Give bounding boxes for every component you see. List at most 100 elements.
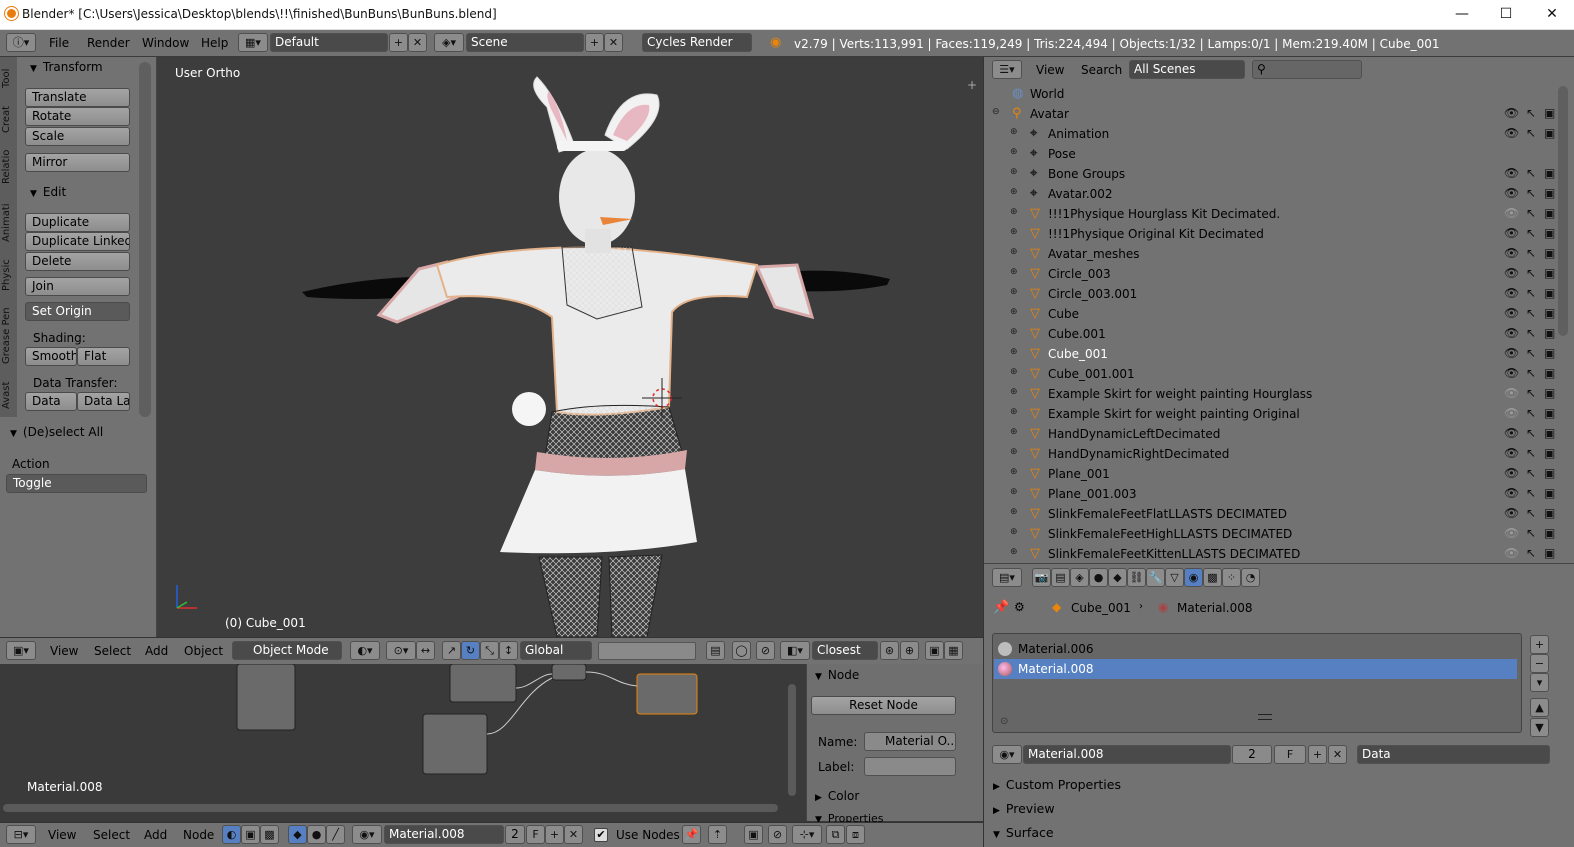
visibility-eye-icon[interactable]: 👁 (1504, 366, 1519, 380)
visibility-eye-icon[interactable]: 👁 (1504, 446, 1519, 460)
expand-toggle-icon[interactable]: ⊕ (1010, 487, 1018, 497)
snap-node-icon[interactable]: ⊘ (768, 825, 787, 844)
pivot-icon[interactable]: ⊙▾ (386, 641, 416, 660)
selectability-arrow-icon[interactable]: ↖ (1526, 246, 1536, 260)
menu-render[interactable]: Render (87, 36, 130, 50)
outliner-row[interactable]: ⊕ ▽ Circle_003.001 👁 ↖ ▣ (984, 284, 1559, 304)
render-icon[interactable]: ▣ (925, 641, 944, 660)
outliner-row[interactable]: ⊕ ⌖ Bone Groups 👁 ↖ ▣ (984, 164, 1559, 184)
scale-button[interactable]: Scale (25, 127, 130, 146)
outliner-item-name[interactable]: Cube_001.001 (1048, 367, 1135, 381)
outliner-scrollbar[interactable] (1558, 86, 1568, 336)
menu-help[interactable]: Help (201, 36, 228, 50)
snap-target-select[interactable]: Closest (812, 641, 878, 660)
outliner-item-name[interactable]: !!!1Physique Original Kit Decimated (1048, 227, 1264, 241)
node-menu-add[interactable]: Add (144, 828, 167, 842)
remove-slot-icon[interactable]: − (1530, 654, 1549, 673)
outliner-row[interactable]: ⊖ ⚲ Avatar 👁 ↖ ▣ (984, 104, 1559, 124)
move-slot-up-icon[interactable]: ▲ (1530, 698, 1549, 717)
renderability-camera-icon[interactable]: ▣ (1544, 126, 1555, 140)
pin-context-icon[interactable]: 📌 (993, 600, 1009, 615)
shader-nodes-icon[interactable]: ◐ (222, 825, 241, 844)
expand-toggle-icon[interactable]: ⊕ (1010, 187, 1018, 197)
node-material-users[interactable]: 2 (505, 825, 525, 844)
visibility-eye-icon[interactable]: 👁 (1504, 246, 1519, 260)
outliner-item-name[interactable]: Avatar.002 (1048, 187, 1113, 201)
linestyle-icon[interactable]: ╱ (326, 825, 345, 844)
outliner-row[interactable]: ⊕ ⌖ Pose (984, 144, 1559, 164)
pin-icon[interactable]: 📌 (682, 825, 701, 844)
outliner-row[interactable]: ⊕ ⌖ Animation 👁 ↖ ▣ (984, 124, 1559, 144)
renderability-camera-icon[interactable]: ▣ (1544, 286, 1555, 300)
visibility-eye-icon[interactable]: 👁 (1504, 406, 1519, 420)
outliner-item-name[interactable]: Circle_003 (1048, 267, 1111, 281)
expand-toggle-icon[interactable]: ⊕ (1010, 147, 1018, 157)
renderability-camera-icon[interactable]: ▣ (1544, 346, 1555, 360)
selectability-arrow-icon[interactable]: ↖ (1526, 406, 1536, 420)
node-label-field[interactable] (864, 757, 956, 776)
editor-type-3d-icon[interactable]: ▣▾ (6, 641, 36, 660)
remove-scene-icon[interactable]: ✕ (604, 33, 623, 52)
render-engine-select[interactable]: Cycles Render (642, 33, 752, 52)
outliner-item-name[interactable]: !!!1Physique Hourglass Kit Decimated. (1048, 207, 1280, 221)
preview-section[interactable]: ▶ Preview (993, 801, 1055, 816)
mode-select[interactable]: Object Mode (232, 641, 342, 660)
visibility-eye-icon[interactable]: 👁 (1504, 326, 1519, 340)
visibility-eye-icon[interactable]: 👁 (1504, 346, 1519, 360)
expand-toggle-icon[interactable]: ⊕ (1010, 247, 1018, 257)
outliner-item-name[interactable]: HandDynamicRightDecimated (1048, 447, 1229, 461)
use-nodes-checkbox[interactable]: ✔ (594, 828, 608, 842)
unlink-material-icon[interactable]: ✕ (1328, 745, 1347, 764)
renderability-camera-icon[interactable]: ▣ (1544, 386, 1555, 400)
tab-animation[interactable]: Animati (1, 199, 16, 247)
selectability-arrow-icon[interactable]: ↖ (1526, 546, 1536, 560)
physics-tab-icon[interactable]: ◔ (1241, 568, 1260, 587)
node-material-browse-icon[interactable]: ◉▾ (352, 825, 382, 844)
selectability-arrow-icon[interactable]: ↖ (1526, 506, 1536, 520)
data-button[interactable]: Data (25, 392, 77, 411)
outliner-item-name[interactable]: Pose (1048, 147, 1076, 161)
add-layout-icon[interactable]: + (389, 33, 408, 52)
outliner[interactable]: ◍ World ⊖ ⚲ Avatar 👁 ↖ ▣ ⊕ ⌖ Animation 👁 ↖ ▣ ⊕ ⌖ Pose ⊕ ⌖ B… (983, 84, 1574, 563)
tab-grease-pencil[interactable]: Grease Pen (1, 302, 16, 370)
renderability-camera-icon[interactable]: ▣ (1544, 306, 1555, 320)
translate-manip-icon[interactable]: ↗ (442, 641, 461, 660)
outliner-row[interactable]: ⊕ ▽ Cube_001 👁 ↖ ▣ (984, 344, 1559, 364)
node-fake-user-button[interactable]: F (526, 825, 545, 844)
editor-type-outliner-icon[interactable]: ☰▾ (992, 60, 1022, 79)
world-shader-icon[interactable]: ● (307, 825, 326, 844)
outliner-display-mode-select[interactable]: All Scenes (1129, 60, 1245, 79)
expand-toggle-icon[interactable]: ⊕ (1010, 127, 1018, 137)
minimize-button[interactable]: — (1440, 4, 1484, 24)
expand-toggle-icon[interactable]: ⊕ (1010, 427, 1018, 437)
node-menu-view[interactable]: View (48, 828, 76, 842)
vp-menu-view[interactable]: View (50, 644, 78, 658)
texture-tab-icon[interactable]: ▩ (1203, 568, 1222, 587)
parent-node-tree-icon[interactable]: ⇡ (708, 825, 727, 844)
renderability-camera-icon[interactable]: ▣ (1544, 226, 1555, 240)
fake-user-button[interactable]: F (1274, 745, 1306, 764)
paste-nodes-icon[interactable]: ⧈ (846, 825, 865, 844)
menu-window[interactable]: Window (142, 36, 189, 50)
data-layout-button[interactable]: Data La (77, 392, 130, 411)
expand-toggle-icon[interactable]: ⊕ (1010, 507, 1018, 517)
outliner-row[interactable]: ◍ World (984, 84, 1559, 104)
selectability-arrow-icon[interactable]: ↖ (1526, 306, 1536, 320)
3d-viewport[interactable] (157, 57, 983, 638)
renderability-camera-icon[interactable]: ▣ (1544, 526, 1555, 540)
close-button[interactable]: ✕ (1530, 4, 1574, 24)
outliner-item-name[interactable]: SlinkFemaleFeetHighLLASTS DECIMATED (1048, 527, 1292, 541)
material-slot-item[interactable]: Material.006 (1018, 642, 1093, 656)
constraints-tab-icon[interactable]: ⛓ (1127, 568, 1146, 587)
edit-panel-header[interactable]: ▼ Edit (30, 185, 66, 199)
scene-tab-icon[interactable]: ◈ (1070, 568, 1089, 587)
node-panel-header[interactable]: ▼ Node (815, 668, 859, 682)
node-name-field[interactable]: Material O... (864, 732, 956, 751)
add-slot-icon[interactable]: + (1530, 635, 1549, 654)
expand-toggle-icon[interactable]: ⊕ (1010, 327, 1018, 337)
rotate-manip-icon[interactable]: ↻ (461, 641, 480, 660)
selectability-arrow-icon[interactable]: ↖ (1526, 106, 1536, 120)
render-anim-icon[interactable]: ▦ (944, 641, 963, 660)
outliner-row[interactable]: ⊕ ▽ Cube 👁 ↖ ▣ (984, 304, 1559, 324)
selectability-arrow-icon[interactable]: ↖ (1526, 466, 1536, 480)
